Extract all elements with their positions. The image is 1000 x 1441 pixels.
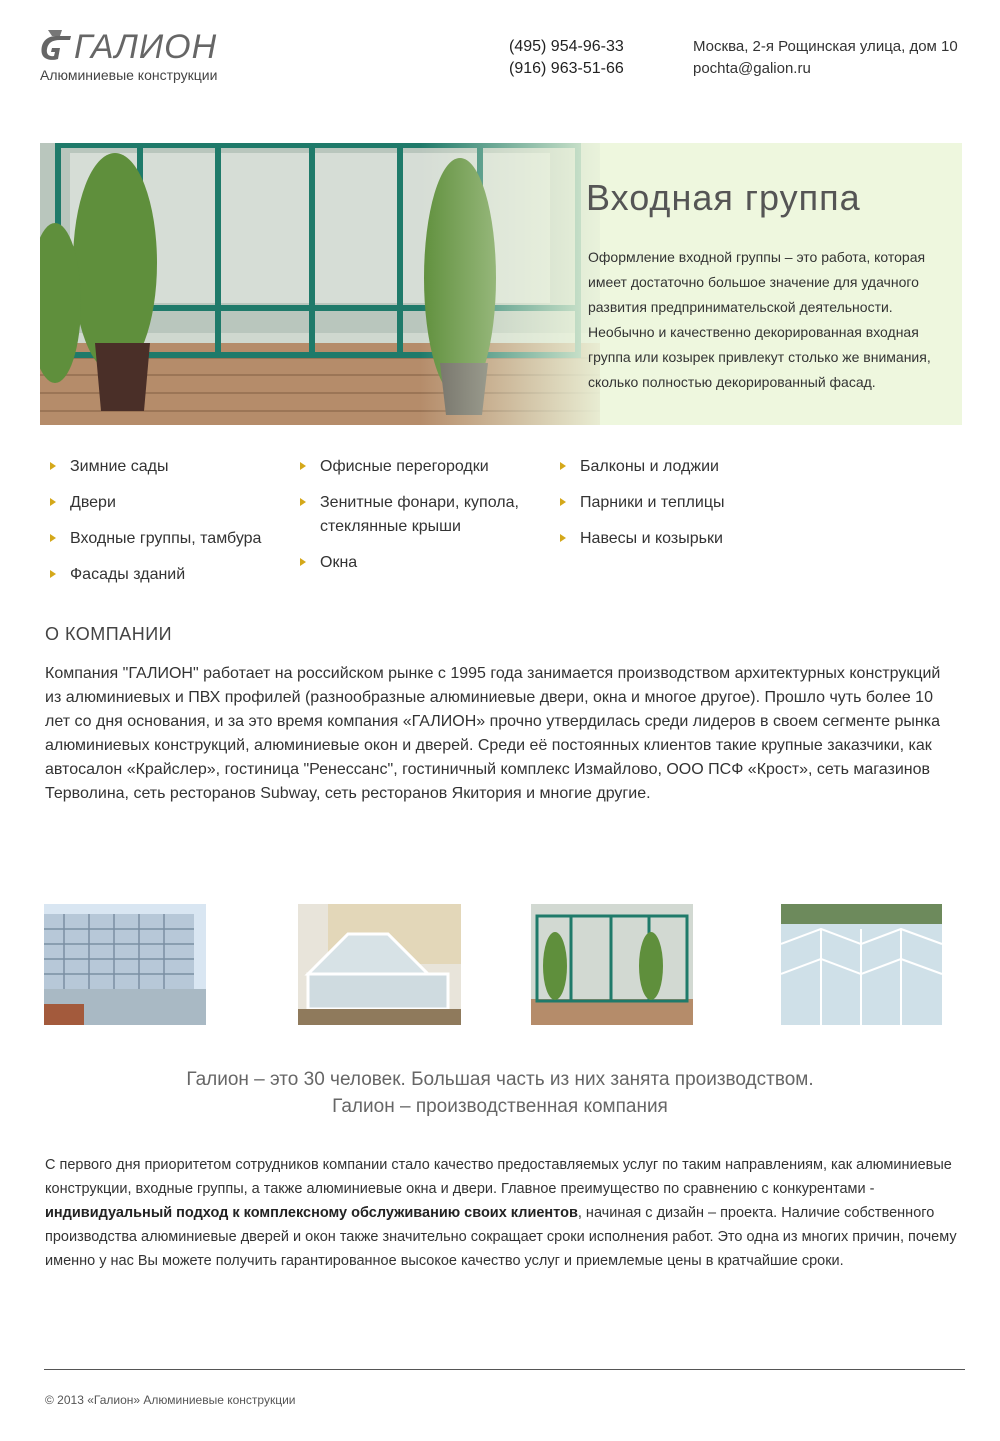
company-description: С первого дня приоритетом сотрудников ко… [45, 1153, 965, 1273]
bullet-icon [300, 498, 306, 506]
service-label: Зимние сады [70, 458, 169, 475]
bullet-icon [50, 570, 56, 578]
service-label: Балконы и лоджии [580, 458, 719, 475]
bullet-icon [560, 498, 566, 506]
service-link[interactable]: Окна [300, 551, 540, 575]
gallery-photo-roof[interactable] [781, 904, 942, 1025]
services-column-3: Балконы и лоджии Парники и теплицы Навес… [560, 455, 800, 563]
description-bold: индивидуальный подход к комплексному обс… [45, 1205, 578, 1221]
bullet-icon [560, 462, 566, 470]
service-label: Входные группы, тамбура [70, 530, 262, 547]
bullet-icon [560, 534, 566, 542]
description-part-1: С первого дня приоритетом сотрудников ко… [45, 1157, 952, 1197]
phone-block: (495) 954-96-33 (916) 963-51-66 [509, 36, 624, 80]
slogan-line-2: Галион – производственная компания [332, 1096, 668, 1117]
hero-banner: Входная группа Оформление входной группы… [40, 143, 962, 425]
logo-text: ГАЛИОН [74, 28, 218, 66]
service-link[interactable]: Офисные перегородки [300, 455, 540, 479]
banner-text: Оформление входной группы – это работа, … [588, 249, 931, 390]
service-link[interactable]: Входные группы, тамбура [50, 527, 290, 551]
service-label: Навесы и козырьки [580, 530, 723, 547]
about-text: Компания "ГАЛИОН" работает на российском… [45, 665, 941, 802]
gallery-photo-building[interactable] [44, 904, 206, 1025]
photo-gallery [0, 904, 1000, 1025]
service-link[interactable]: Зимние сады [50, 455, 290, 479]
slogan: Галион – это 30 человек. Большая часть и… [0, 1066, 1000, 1120]
service-link[interactable]: Парники и теплицы [560, 491, 800, 515]
about-title: О КОМПАНИИ [45, 624, 173, 644]
service-link[interactable]: Фасады зданий [50, 563, 290, 587]
services-column-2: Офисные перегородки Зенитные фонари, куп… [300, 455, 540, 587]
service-link[interactable]: Зенитные фонари, купола, стеклянные крыш… [300, 491, 540, 539]
service-label: Окна [320, 554, 358, 571]
slogan-line-1: Галион – это 30 человек. Большая часть и… [186, 1069, 814, 1090]
footer-divider [44, 1369, 965, 1370]
site-header: ГАЛИОН Алюминиевые конструкции (495) 954… [0, 0, 1000, 120]
banner-title: Входная группа [586, 177, 861, 218]
service-link[interactable]: Двери [50, 491, 290, 515]
service-link[interactable]: Балконы и лоджии [560, 455, 800, 479]
bullet-icon [300, 558, 306, 566]
services-column-1: Зимние сады Двери Входные группы, тамбур… [50, 455, 290, 599]
gallery-photo-greenhouse[interactable] [298, 904, 461, 1025]
service-label: Парники и теплицы [580, 494, 725, 511]
service-link[interactable]: Навесы и козырьки [560, 527, 800, 551]
phone-link[interactable]: (495) 954-96-33 [509, 36, 624, 58]
bullet-icon [50, 498, 56, 506]
service-label: Зенитные фонари, купола, стеклянные крыш… [320, 494, 519, 535]
phone-link[interactable]: (916) 963-51-66 [509, 58, 624, 80]
bullet-icon [50, 534, 56, 542]
service-label: Офисные перегородки [320, 458, 489, 475]
bullet-icon [50, 462, 56, 470]
email-link[interactable]: pochta@galion.ru [693, 60, 811, 77]
logo-icon [41, 30, 71, 60]
contact-block: Москва, 2-я Рощинская улица, дом 10 poch… [693, 36, 958, 80]
service-label: Двери [70, 494, 116, 511]
gallery-photo-entrance[interactable] [531, 904, 693, 1025]
footer-copyright: © 2013 «Галион» Алюминиевые конструкции [45, 1393, 296, 1407]
bullet-icon [300, 462, 306, 470]
logo[interactable]: ГАЛИОН Алюминиевые конструкции [38, 26, 238, 86]
logo-subtitle: Алюминиевые конструкции [40, 67, 218, 83]
address-text: Москва, 2-я Рощинская улица, дом 10 [693, 38, 958, 55]
service-label: Фасады зданий [70, 566, 186, 583]
